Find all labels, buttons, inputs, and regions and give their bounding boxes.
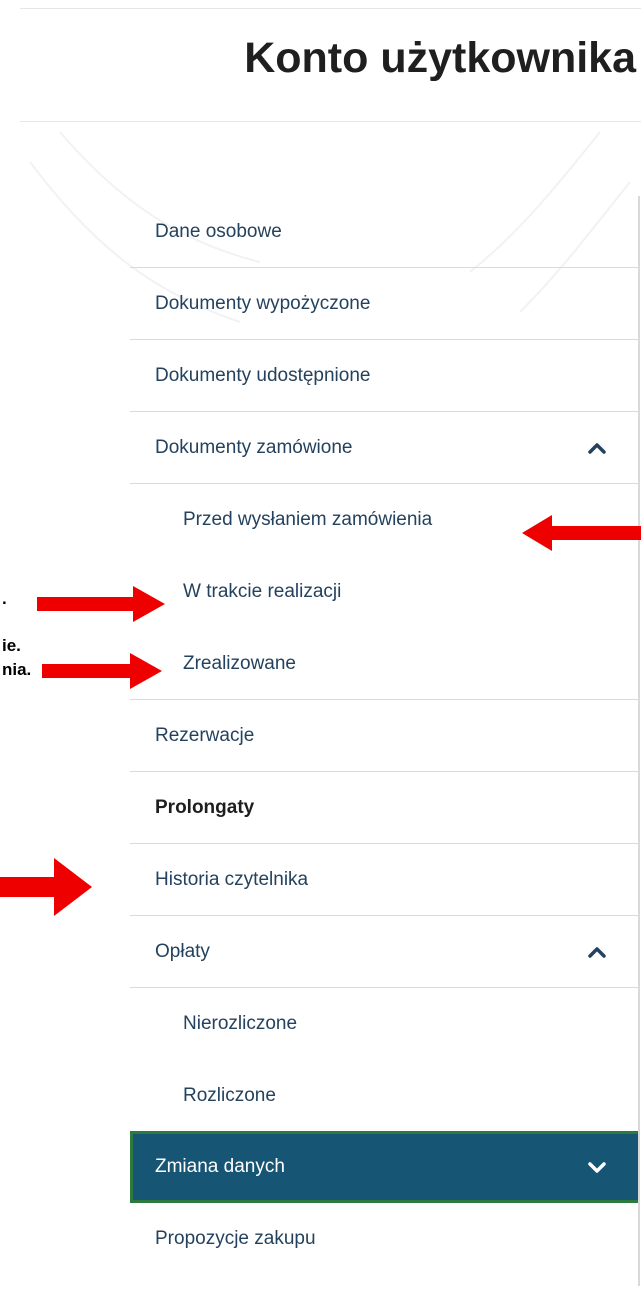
arrow-right-icon	[42, 653, 162, 689]
menu-item-label: Rozliczone	[183, 1085, 276, 1106]
arrow-right-icon	[0, 858, 92, 916]
menu-item-label: Dokumenty wypożyczone	[155, 292, 371, 314]
page-title: Konto użytkownika	[244, 34, 636, 82]
menu-item-label: Zmiana danych	[155, 1156, 285, 1177]
content-border	[638, 196, 640, 1286]
menu-item-label: Historia czytelnika	[155, 868, 309, 890]
menu-item-label: Rezerwacje	[155, 724, 255, 746]
menu-item-label: Opłaty	[155, 940, 210, 962]
arrow-right-icon	[37, 586, 165, 622]
chevron-up-icon[interactable]	[588, 946, 606, 958]
menu-item-borrowed-documents[interactable]: Dokumenty wypożyczone	[130, 268, 638, 340]
menu-item-shared-documents[interactable]: Dokumenty udostępnione	[130, 340, 638, 412]
annotation-text: nia.	[2, 660, 32, 679]
chevron-up-icon[interactable]	[588, 442, 606, 454]
menu-item-label: Przed wysłaniem zamówienia	[183, 509, 433, 530]
menu-item-reservations[interactable]: Rezerwacje	[130, 700, 638, 772]
menu-item-personal-data[interactable]: Dane osobowe	[130, 196, 638, 268]
top-divider	[20, 8, 641, 9]
submenu-item-completed[interactable]: Zrealizowane	[130, 628, 638, 700]
menu-item-label: Dokumenty zamówione	[155, 436, 353, 458]
menu-item-label: Zrealizowane	[183, 652, 296, 674]
menu-item-reader-history[interactable]: Historia czytelnika	[130, 844, 638, 916]
submenu-item-in-progress[interactable]: W trakcie realizacji	[130, 556, 638, 628]
menu-item-label: W trakcie realizacji	[183, 581, 342, 602]
menu-item-purchase-suggestions[interactable]: Propozycje zakupu	[130, 1203, 638, 1275]
menu-item-change-data[interactable]: Zmiana danych	[130, 1131, 638, 1203]
annotation-text: ie.	[2, 636, 21, 655]
chevron-down-icon[interactable]	[588, 1161, 606, 1173]
menu-item-ordered-documents[interactable]: Dokumenty zamówione	[130, 412, 638, 484]
header-divider	[20, 121, 641, 122]
annotation-text: .	[2, 589, 7, 608]
menu-item-label: Dane osobowe	[155, 220, 282, 242]
menu-item-label: Nierozliczone	[183, 1013, 298, 1034]
menu-item-fees[interactable]: Opłaty	[130, 916, 638, 988]
arrow-left-icon	[522, 515, 641, 551]
account-menu: Dane osobowe Dokumenty wypożyczone Dokum…	[130, 196, 638, 1275]
menu-item-label: Prolongaty	[155, 796, 255, 818]
menu-item-label: Dokumenty udostępnione	[155, 364, 371, 386]
menu-item-renewals[interactable]: Prolongaty	[130, 772, 638, 844]
submenu-item-settled[interactable]: Rozliczone	[130, 1060, 638, 1132]
submenu-item-unsettled[interactable]: Nierozliczone	[130, 988, 638, 1060]
menu-item-label: Propozycje zakupu	[155, 1228, 316, 1249]
